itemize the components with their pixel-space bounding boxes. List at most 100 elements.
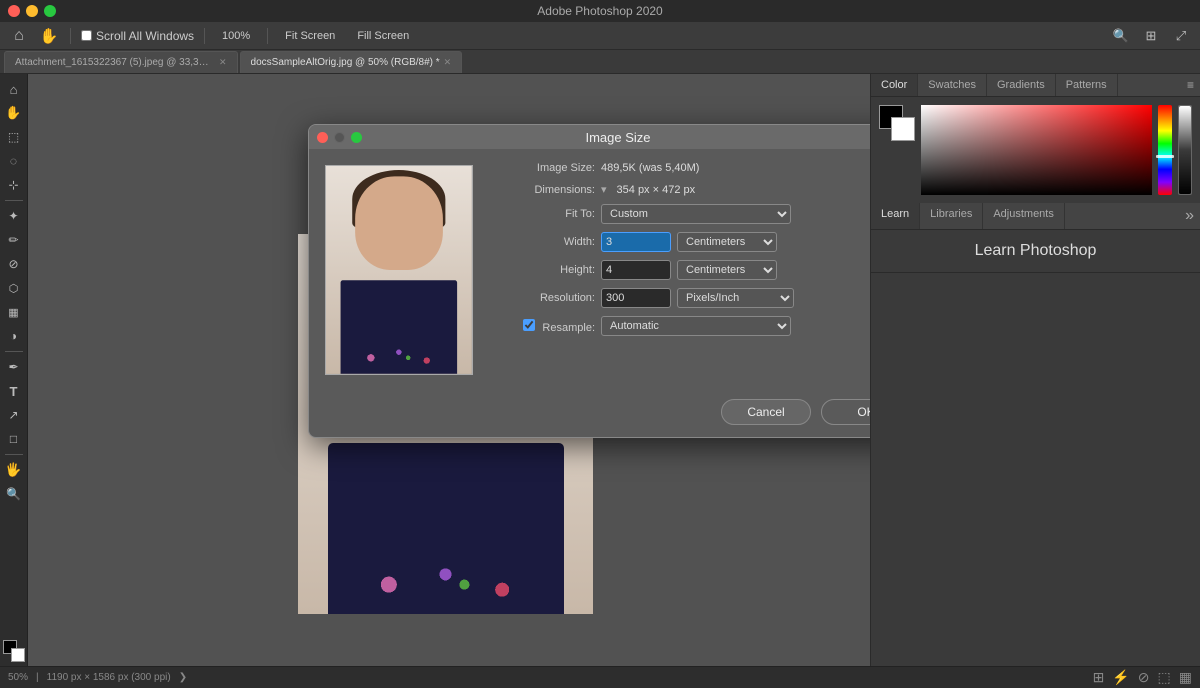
learn-title: Learn Photoshop	[883, 242, 1188, 260]
close-button[interactable]	[8, 5, 20, 17]
dimensions-dropdown-icon[interactable]: ▾	[601, 183, 607, 196]
cancel-button[interactable]: Cancel	[721, 399, 811, 425]
scroll-all-windows-label[interactable]: Scroll All Windows	[81, 29, 194, 43]
spot-heal-tool[interactable]: ✦	[3, 205, 25, 227]
minimize-button[interactable]	[26, 5, 38, 17]
background-color[interactable]	[891, 117, 915, 141]
foreground-bg-colors[interactable]	[3, 640, 25, 662]
height-label: Height:	[505, 264, 595, 276]
status-icon-2[interactable]: ⚡	[1112, 669, 1129, 686]
arrange-icon[interactable]: ⊞	[1140, 25, 1162, 47]
dialog-buttons: Cancel OK	[309, 391, 870, 437]
dialog-content: Image Size: 489,5K (was 5,40M) ⚙ Dimensi…	[309, 149, 870, 391]
width-input[interactable]	[601, 232, 671, 252]
color-gradient-picker[interactable]	[921, 105, 1152, 195]
resolution-input[interactable]	[601, 288, 671, 308]
clone-tool[interactable]: ⊘	[3, 253, 25, 275]
hand-tool-button[interactable]: ✋	[38, 25, 60, 47]
tab-close-1[interactable]: ✕	[219, 57, 227, 68]
tab-docs[interactable]: docsSampleAltOrig.jpg @ 50% (RGB/8#) * ✕	[240, 51, 463, 73]
path-select-tool[interactable]: ↗	[3, 404, 25, 426]
crop-tool[interactable]: ⊹	[3, 174, 25, 196]
secondary-tab-spacer	[1065, 203, 1179, 229]
tab-close-2[interactable]: ✕	[444, 57, 452, 68]
status-arrow[interactable]: ❯	[179, 672, 187, 683]
expand-panel-icon[interactable]: »	[1179, 203, 1200, 229]
resample-label: Resample:	[505, 319, 595, 334]
marquee-tool[interactable]: ⬚	[3, 126, 25, 148]
dialog-form: Image Size: 489,5K (was 5,40M) ⚙ Dimensi…	[489, 149, 870, 391]
width-label: Width:	[505, 236, 595, 248]
tab-patterns[interactable]: Patterns	[1056, 74, 1118, 96]
search-icon[interactable]: 🔍	[1110, 25, 1132, 47]
title-bar: Adobe Photoshop 2020	[0, 0, 1200, 22]
resolution-unit-select[interactable]: Pixels/Inch Pixels/Centimeter	[677, 288, 794, 308]
move-tool[interactable]: ⌂	[3, 78, 25, 100]
hand-tool-2[interactable]: 🖐	[3, 459, 25, 481]
dimensions-row: Dimensions: ▾ 354 px × 472 px	[505, 183, 870, 196]
dialog-minimize[interactable]	[334, 132, 345, 143]
status-icon-1[interactable]: ⊞	[1093, 669, 1105, 686]
fit-screen-button[interactable]: Fit Screen	[278, 27, 342, 45]
width-unit-select[interactable]: Centimeters Pixels Inches Millimeters	[677, 232, 777, 252]
dimensions-value: 354 px × 472 px	[617, 184, 870, 196]
zoom-tool[interactable]: 🔍	[3, 483, 25, 505]
dialog-close[interactable]	[317, 132, 328, 143]
dimensions-label: Dimensions:	[505, 184, 595, 196]
zoom-level-status: 50%	[8, 672, 28, 683]
tab-swatches[interactable]: Swatches	[918, 74, 987, 96]
dialog-traffic-lights	[317, 132, 362, 143]
hand-tool[interactable]: ✋	[3, 102, 25, 124]
tab-attachment[interactable]: Attachment_1615322367 (5).jpeg @ 33,3% (…	[4, 51, 238, 73]
brush-tool[interactable]: ✏	[3, 229, 25, 251]
opacity-slider[interactable]	[1178, 105, 1192, 195]
learn-area: Learn Photoshop	[871, 230, 1200, 273]
expand-icon[interactable]: ⤢	[1170, 25, 1192, 47]
fit-to-row: Fit To: Custom	[505, 204, 870, 224]
toolbar-divider3	[267, 28, 268, 44]
resample-checkbox[interactable]	[523, 319, 535, 331]
height-unit-select[interactable]: Centimeters Pixels Inches Millimeters	[677, 260, 777, 280]
lasso-tool[interactable]: ◌	[3, 150, 25, 172]
fit-to-select[interactable]: Custom	[601, 204, 791, 224]
panel-tab-spacer	[1118, 74, 1181, 96]
home-button[interactable]: ⌂	[8, 25, 30, 47]
tab-learn[interactable]: Learn	[871, 203, 920, 229]
hue-indicator	[1156, 155, 1174, 158]
panel-options-icon[interactable]: ≡	[1181, 74, 1200, 96]
tab-adjustments[interactable]: Adjustments	[983, 203, 1065, 229]
image-size-dialog[interactable]: Image Size	[308, 124, 870, 438]
toolbar: ⌂ ✋ Scroll All Windows 100% Fit Screen F…	[0, 22, 1200, 50]
tab-color[interactable]: Color	[871, 74, 918, 96]
maximize-button[interactable]	[44, 5, 56, 17]
dialog-maximize[interactable]	[351, 132, 362, 143]
gradient-tool[interactable]: ▦	[3, 301, 25, 323]
traffic-lights	[8, 5, 56, 17]
status-icon-3[interactable]: ⊘	[1138, 669, 1150, 686]
fill-screen-button[interactable]: Fill Screen	[350, 27, 416, 45]
resolution-label: Resolution:	[505, 292, 595, 304]
ok-button[interactable]: OK	[821, 399, 870, 425]
type-tool[interactable]: T	[3, 380, 25, 402]
toolbar-divider2	[204, 28, 205, 44]
scroll-all-windows-checkbox[interactable]	[81, 30, 92, 41]
height-input[interactable]	[601, 260, 671, 280]
status-icon-4[interactable]: ⬚	[1158, 669, 1171, 686]
secondary-panel-tabs: Learn Libraries Adjustments »	[871, 203, 1200, 230]
foreground-background-colors[interactable]	[879, 105, 915, 141]
color-panel-tabs: Color Swatches Gradients Patterns ≡	[871, 74, 1200, 97]
canvas-area: Image Size	[28, 74, 870, 666]
preview-body	[341, 280, 458, 374]
width-row: Width: Centimeters Pixels Inches Millime…	[505, 232, 870, 252]
hue-slider[interactable]	[1158, 105, 1172, 195]
dodge-tool[interactable]: ◑	[3, 325, 25, 347]
eraser-tool[interactable]: ⬡	[3, 277, 25, 299]
resample-select[interactable]: Automatic Preserve Details 2.0 Bicubic S…	[601, 316, 791, 336]
status-icon-5[interactable]: ▦	[1179, 669, 1192, 686]
tab-libraries[interactable]: Libraries	[920, 203, 983, 229]
pen-tool[interactable]: ✒	[3, 356, 25, 378]
shape-tool[interactable]: □	[3, 428, 25, 450]
zoom-level[interactable]: 100%	[215, 27, 257, 45]
tab-gradients[interactable]: Gradients	[987, 74, 1056, 96]
right-panel: Color Swatches Gradients Patterns ≡	[870, 74, 1200, 666]
